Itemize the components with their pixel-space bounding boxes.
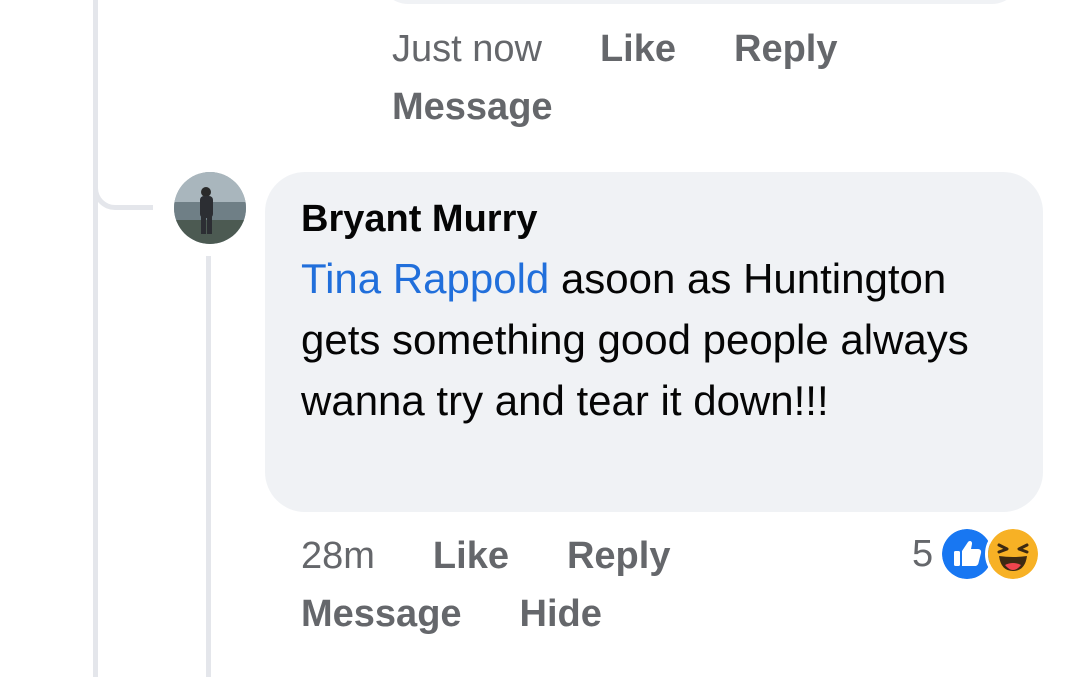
haha-icon [985,526,1042,582]
thread-line [93,0,98,677]
thread-connector [93,150,153,210]
message-button[interactable]: Message [301,593,462,635]
hide-button[interactable]: Hide [520,593,602,635]
reaction-summary[interactable]: 5 [912,526,1042,582]
reaction-count: 5 [912,532,934,575]
previous-comment-actions: Just now Like Reply Message [392,20,838,136]
comment-timestamp[interactable]: Just now [392,28,542,70]
reply-button[interactable]: Reply [567,535,670,577]
mention-link[interactable]: Tina Rappold [301,255,549,302]
message-button[interactable]: Message [392,86,553,128]
comment-actions: 28m Like Reply Message Hide [301,527,670,643]
like-button[interactable]: Like [433,535,509,577]
comment-timestamp[interactable]: 28m [301,535,375,577]
avatar-photo [174,172,246,244]
reply-thread-line [206,256,211,677]
avatar[interactable] [174,172,246,244]
comment-bubble: Bryant Murry Tina Rappold asoon as Hunti… [265,172,1043,512]
comment-author[interactable]: Bryant Murry [301,194,1043,244]
comment-text: Tina Rappold asoon as Huntington gets so… [301,248,1021,431]
like-button[interactable]: Like [600,28,676,70]
previous-comment-bubble [380,0,1020,4]
reply-button[interactable]: Reply [734,28,837,70]
